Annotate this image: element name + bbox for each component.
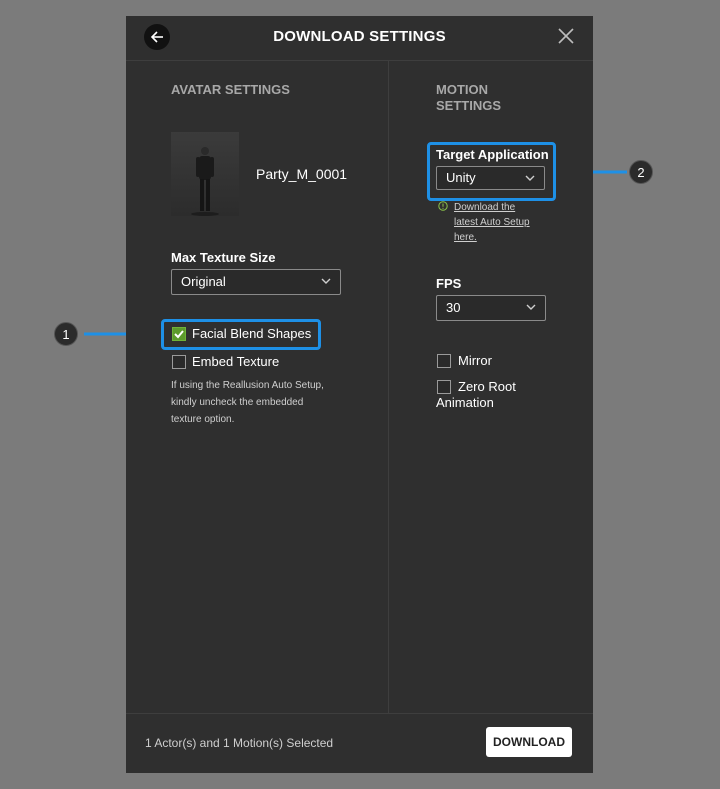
motion-settings-title-line-2: SETTINGS	[436, 98, 502, 113]
mirror-label[interactable]: Mirror	[458, 353, 492, 368]
auto-setup-link-line-2[interactable]: latest Auto Setup	[454, 217, 530, 228]
avatar-thumbnail	[171, 132, 239, 216]
auto-setup-link[interactable]: Download the latest Auto Setup here.	[454, 200, 530, 245]
facial-blend-checkbox[interactable]	[172, 327, 186, 341]
mirror-checkbox[interactable]	[437, 354, 451, 368]
motion-settings-title: MOTION SETTINGS	[436, 82, 501, 114]
note-line-1: If using the Reallusion Auto Setup,	[171, 380, 324, 391]
column-divider	[388, 61, 389, 713]
auto-setup-link-line-1[interactable]: Download the	[454, 202, 515, 213]
avatar-name: Party_M_0001	[256, 166, 348, 182]
max-texture-select[interactable]: Original	[171, 269, 341, 295]
facial-blend-label[interactable]: Facial Blend Shapes	[192, 326, 311, 341]
avatar-settings-title: AVATAR SETTINGS	[171, 82, 290, 97]
checkmark-icon	[174, 330, 184, 339]
fps-label: FPS	[436, 276, 462, 291]
download-button[interactable]: DOWNLOAD	[486, 727, 572, 757]
target-application-value: Unity	[446, 170, 476, 185]
dialog-footer: 1 Actor(s) and 1 Motion(s) Selected DOWN…	[126, 713, 593, 774]
info-icon	[438, 201, 448, 211]
chevron-down-icon	[525, 175, 535, 181]
selection-status: 1 Actor(s) and 1 Motion(s) Selected	[145, 736, 334, 750]
callout-1: 1	[54, 322, 78, 346]
chevron-down-icon	[321, 278, 331, 284]
embed-texture-label[interactable]: Embed Texture	[192, 354, 279, 369]
zero-root-label-line-2[interactable]: Animation	[436, 395, 494, 410]
max-texture-label: Max Texture Size	[171, 250, 276, 265]
target-application-label: Target Application	[436, 147, 549, 162]
auto-setup-link-line-3[interactable]: here.	[454, 232, 477, 243]
dialog-title: DOWNLOAD SETTINGS	[273, 28, 446, 45]
avatar-figure-image	[191, 147, 219, 216]
fps-value: 30	[446, 300, 461, 315]
chevron-down-icon	[526, 304, 536, 310]
download-settings-dialog: DOWNLOAD SETTINGS AVATAR SETTINGS Party_…	[126, 16, 593, 773]
note-line-2: kindly uncheck the embedded	[171, 397, 304, 408]
callout-2: 2	[629, 160, 653, 184]
note-line-3: texture option.	[171, 414, 235, 425]
embed-texture-checkbox[interactable]	[172, 355, 186, 369]
zero-root-checkbox[interactable]	[437, 380, 451, 394]
target-application-select[interactable]: Unity	[436, 166, 545, 190]
close-icon[interactable]	[556, 26, 576, 46]
embed-texture-note: If using the Reallusion Auto Setup, kind…	[171, 377, 324, 428]
fps-select[interactable]: 30	[436, 295, 546, 321]
zero-root-label-line-1[interactable]: Zero Root	[458, 379, 516, 394]
dialog-header: DOWNLOAD SETTINGS	[126, 16, 593, 61]
max-texture-value: Original	[181, 274, 226, 289]
motion-settings-title-line-1: MOTION	[436, 82, 488, 97]
